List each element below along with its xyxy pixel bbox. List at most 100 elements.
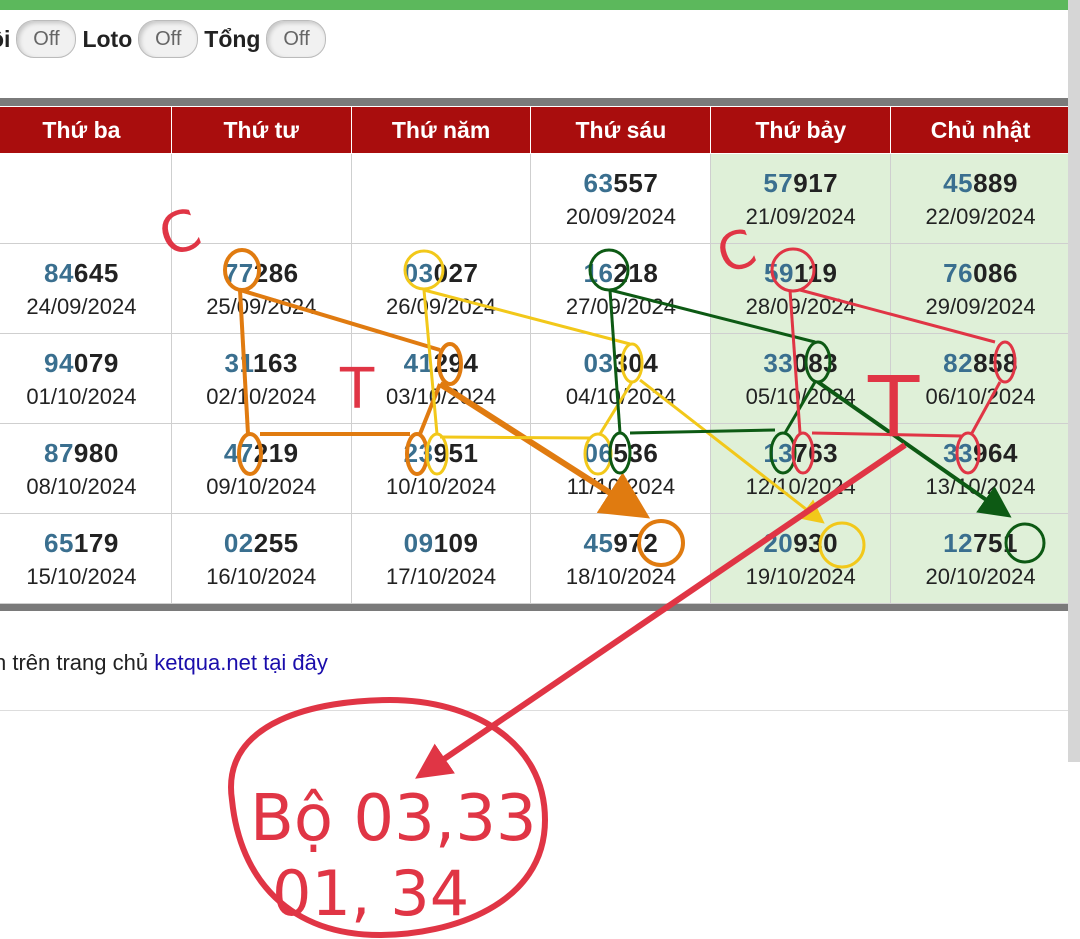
result-number-rest: 980 bbox=[73, 437, 119, 468]
result-cell[interactable]: 06536 11/10/2024 bbox=[530, 423, 712, 514]
toggle-switch-tong[interactable]: Off bbox=[266, 20, 327, 58]
result-cell[interactable]: 82858 06/10/2024 bbox=[890, 333, 1071, 424]
empty-cell bbox=[0, 153, 172, 244]
result-cell[interactable]: 16218 27/09/2024 bbox=[530, 243, 712, 334]
result-number-lead: 76 bbox=[943, 257, 974, 288]
result-number-rest: 751 bbox=[973, 527, 1018, 558]
result-number-lead: 33 bbox=[763, 347, 794, 378]
result-number-rest: 304 bbox=[613, 347, 659, 378]
result-cell[interactable]: 45889 22/09/2024 bbox=[890, 153, 1071, 244]
result-date: 10/10/2024 bbox=[386, 473, 497, 499]
result-number: 84645 bbox=[0, 257, 171, 289]
result-number: 03304 bbox=[531, 347, 710, 379]
result-number-lead: 33 bbox=[943, 437, 974, 468]
result-date: 09/10/2024 bbox=[206, 473, 317, 499]
result-number-rest: 163 bbox=[253, 347, 298, 378]
empty-cell bbox=[350, 153, 532, 244]
result-number: 12751 bbox=[891, 527, 1070, 559]
result-number-rest: 557 bbox=[613, 167, 659, 198]
section-divider bbox=[0, 710, 1068, 711]
weekday-header-thu: Thứ năm bbox=[350, 106, 532, 154]
result-date: 19/10/2024 bbox=[745, 563, 856, 589]
result-number: 06536 bbox=[531, 437, 710, 469]
result-number-rest: 179 bbox=[73, 527, 119, 558]
result-cell[interactable]: 33964 13/10/2024 bbox=[890, 423, 1071, 514]
result-number: 31163 bbox=[172, 347, 351, 379]
filter-label-loto: Loto bbox=[82, 25, 133, 52]
result-number-rest: 964 bbox=[973, 437, 1018, 468]
result-number-lead: 02 bbox=[223, 527, 254, 558]
result-cell[interactable]: 45972 18/10/2024 bbox=[530, 513, 712, 604]
weekday-header-sun: Chủ nhật bbox=[890, 106, 1071, 154]
filter-label-tong: Tổng bbox=[204, 25, 261, 52]
result-cell[interactable]: 76086 29/09/2024 bbox=[890, 243, 1071, 334]
weekday-header-wed: Thứ tư bbox=[170, 106, 352, 154]
result-number-rest: 219 bbox=[253, 437, 299, 468]
result-number-lead: 06 bbox=[583, 437, 614, 468]
result-number-lead: 20 bbox=[763, 527, 794, 558]
result-number: 33083 bbox=[711, 347, 890, 379]
result-date: 12/10/2024 bbox=[745, 473, 856, 499]
handwritten-answer-line2: 01, 34 bbox=[272, 857, 469, 930]
result-number: 09109 bbox=[352, 527, 531, 559]
result-number-lead: 82 bbox=[943, 347, 974, 378]
result-date: 29/09/2024 bbox=[925, 293, 1036, 319]
result-date: 04/10/2024 bbox=[565, 383, 676, 409]
result-number: 63557 bbox=[531, 167, 710, 199]
result-cell[interactable]: 94079 01/10/2024 bbox=[0, 333, 172, 424]
result-number: 45889 bbox=[891, 167, 1070, 199]
result-number-rest: 858 bbox=[973, 347, 1018, 378]
lottery-calendar-table: Thứ ba Thứ tư Thứ năm Thứ sáu Thứ bảy Ch… bbox=[0, 106, 1071, 604]
result-number-rest: 763 bbox=[793, 437, 839, 468]
result-number-lead: 63 bbox=[583, 167, 614, 198]
result-date: 05/10/2024 bbox=[745, 383, 856, 409]
result-number-rest: 255 bbox=[253, 527, 299, 558]
result-cell[interactable]: 13763 12/10/2024 bbox=[710, 423, 892, 514]
result-cell[interactable]: 47219 09/10/2024 bbox=[170, 423, 352, 514]
weekday-header-tue: Thứ ba bbox=[0, 106, 172, 154]
result-date: 24/09/2024 bbox=[26, 293, 137, 319]
result-number: 47219 bbox=[172, 437, 351, 469]
result-number-lead: 87 bbox=[44, 437, 74, 468]
result-cell[interactable]: 31163 02/10/2024 bbox=[170, 333, 352, 424]
result-cell[interactable]: 65179 15/10/2024 bbox=[0, 513, 172, 604]
result-number-lead: 77 bbox=[223, 257, 254, 288]
result-cell[interactable]: 63557 20/09/2024 bbox=[530, 153, 712, 244]
result-number: 33964 bbox=[891, 437, 1070, 469]
result-number-lead: 45 bbox=[583, 527, 614, 558]
result-cell[interactable]: 12751 20/10/2024 bbox=[890, 513, 1071, 604]
result-number-lead: 23 bbox=[403, 437, 434, 468]
toggle-switch-loto[interactable]: Off bbox=[138, 20, 199, 58]
result-cell[interactable]: 02255 16/10/2024 bbox=[170, 513, 352, 604]
result-number-rest: 951 bbox=[433, 437, 479, 468]
result-date: 28/09/2024 bbox=[745, 293, 856, 319]
result-cell[interactable]: 87980 08/10/2024 bbox=[0, 423, 172, 514]
result-number-lead: 12 bbox=[943, 527, 974, 558]
result-date: 17/10/2024 bbox=[386, 563, 497, 589]
result-number: 94079 bbox=[0, 347, 171, 379]
vertical-scrollbar[interactable] bbox=[1068, 0, 1080, 762]
result-number-lead: 41 bbox=[403, 347, 434, 378]
result-cell[interactable]: 57917 21/09/2024 bbox=[710, 153, 892, 244]
home-link[interactable]: ketqua.net tại đây bbox=[154, 650, 328, 675]
result-date: 16/10/2024 bbox=[206, 563, 317, 589]
result-cell[interactable]: 09109 17/10/2024 bbox=[350, 513, 532, 604]
result-number-rest: 079 bbox=[73, 347, 119, 378]
result-cell[interactable]: 77286 25/09/2024 bbox=[170, 243, 352, 334]
table-bottom-border bbox=[0, 604, 1078, 611]
result-number-lead: 31 bbox=[224, 347, 254, 378]
result-cell[interactable]: 59119 28/09/2024 bbox=[710, 243, 892, 334]
result-number-rest: 917 bbox=[793, 167, 839, 198]
result-number-rest: 536 bbox=[613, 437, 659, 468]
result-cell[interactable]: 03027 26/09/2024 bbox=[350, 243, 532, 334]
result-cell[interactable]: 23951 10/10/2024 bbox=[350, 423, 532, 514]
result-number-lead: 94 bbox=[44, 347, 74, 378]
result-cell[interactable]: 33083 05/10/2024 bbox=[710, 333, 892, 424]
calendar-week-row: 65179 15/10/2024 02255 16/10/2024 09109 17/10… bbox=[0, 513, 1071, 604]
result-cell[interactable]: 84645 24/09/2024 bbox=[0, 243, 172, 334]
result-cell[interactable]: 41294 03/10/2024 bbox=[350, 333, 532, 424]
result-cell[interactable]: 03304 04/10/2024 bbox=[530, 333, 712, 424]
result-cell[interactable]: 20930 19/10/2024 bbox=[710, 513, 892, 604]
result-number-rest: 109 bbox=[433, 527, 479, 558]
toggle-switch-0[interactable]: Off bbox=[16, 20, 77, 58]
